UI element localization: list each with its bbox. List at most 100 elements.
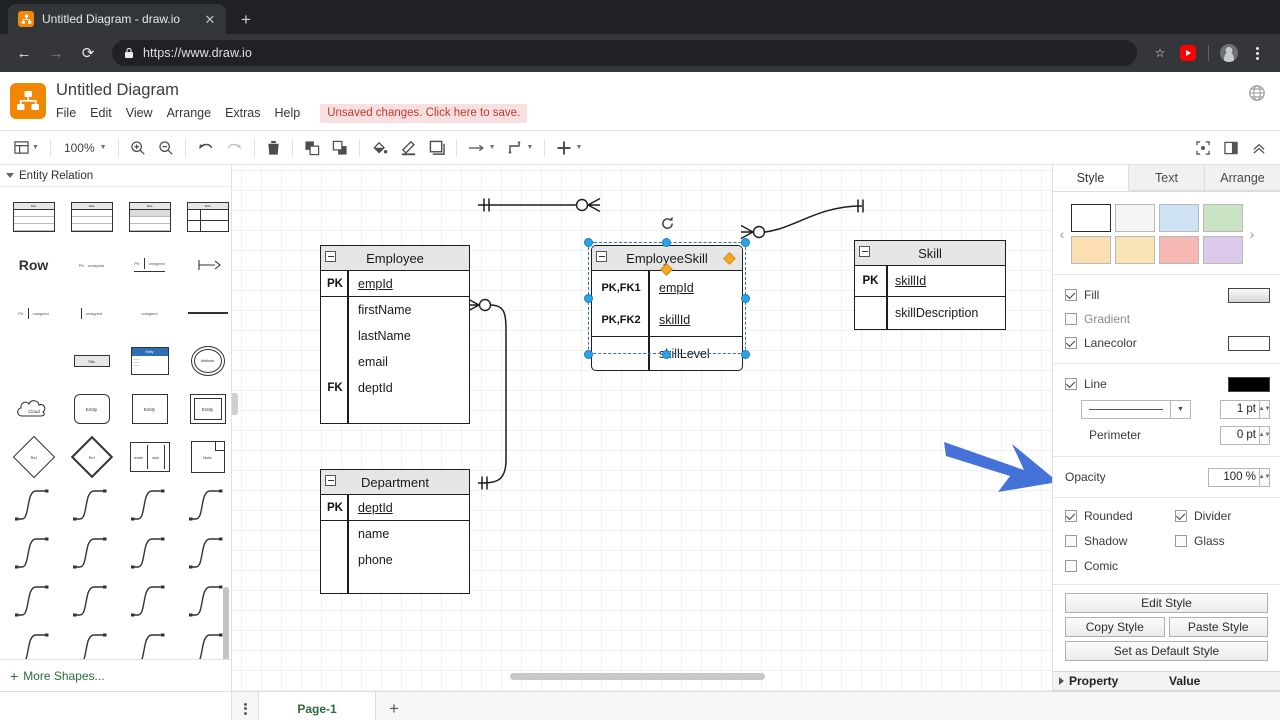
- unsaved-changes-badge[interactable]: Unsaved changes. Click here to save.: [320, 103, 528, 123]
- diagram-canvas[interactable]: Employee PK empId firstName lastName ema…: [232, 165, 1052, 691]
- collapse-icon[interactable]: [325, 251, 336, 262]
- chrome-menu-icon[interactable]: [1244, 40, 1270, 66]
- rounded-checkbox[interactable]: [1065, 510, 1077, 523]
- shape-unsigned-2[interactable]: unsigned: [125, 289, 174, 337]
- er-row[interactable]: PK skillId: [855, 266, 1005, 297]
- send-to-back-icon[interactable]: [326, 135, 354, 161]
- collapse-icon[interactable]: [596, 251, 607, 262]
- add-page-button[interactable]: +: [376, 692, 412, 720]
- zoom-out-icon[interactable]: [152, 135, 180, 161]
- shape-unsigned-1[interactable]: unsigned: [67, 289, 116, 337]
- lanecolor-swatch[interactable]: [1228, 335, 1270, 351]
- shape-connector[interactable]: [67, 577, 116, 625]
- er-row[interactable]: phone: [321, 547, 469, 573]
- redo-icon[interactable]: [220, 135, 249, 161]
- menu-view[interactable]: View: [126, 103, 161, 123]
- resize-handle-e[interactable]: [741, 294, 750, 303]
- copy-style-button[interactable]: Copy Style: [1065, 617, 1165, 638]
- zoom-in-icon[interactable]: [124, 135, 152, 161]
- er-row[interactable]: lastName: [321, 323, 469, 349]
- er-row[interactable]: PK deptId: [321, 495, 469, 521]
- fill-color-swatch[interactable]: [1228, 287, 1270, 303]
- swatch-orange[interactable]: [1071, 236, 1111, 265]
- line-width-stepper[interactable]: ▲▼: [1259, 399, 1270, 419]
- er-table-department[interactable]: Department PK deptId name phone: [320, 469, 470, 594]
- shape-connector[interactable]: [67, 481, 116, 529]
- resize-handle-sw[interactable]: [584, 350, 593, 359]
- collapse-icon[interactable]: [325, 475, 336, 486]
- shape-pk-unsigned-1[interactable]: PK unsigned: [67, 241, 116, 289]
- swatch-blue[interactable]: [1159, 204, 1199, 233]
- property-table-header[interactable]: Property Value: [1053, 671, 1280, 691]
- menu-extras[interactable]: Extras: [225, 103, 268, 123]
- opacity-stepper[interactable]: ▲▼: [1259, 467, 1270, 487]
- new-tab-button[interactable]: +: [232, 5, 260, 33]
- shape-attribute[interactable]: Attribute: [183, 337, 231, 385]
- shape-connector[interactable]: [125, 625, 174, 659]
- resize-handle-se[interactable]: [741, 350, 750, 359]
- page-tab-page-1[interactable]: Page-1: [258, 692, 376, 720]
- shape-entity-double[interactable]: Entity: [183, 385, 231, 433]
- swatch-white[interactable]: [1071, 204, 1111, 233]
- shape-relationship-diamond[interactable]: Rel: [9, 433, 58, 481]
- perimeter-stepper[interactable]: ▲▼: [1259, 425, 1270, 445]
- bookmark-star-icon[interactable]: ☆: [1147, 40, 1173, 66]
- more-shapes-button[interactable]: + More Shapes...: [0, 659, 231, 691]
- close-icon[interactable]: ✕: [202, 11, 218, 27]
- menu-arrange[interactable]: Arrange: [167, 103, 219, 123]
- swatch-lightgray[interactable]: [1115, 204, 1155, 233]
- line-style-select[interactable]: ▼: [1081, 399, 1191, 419]
- swatch-green[interactable]: [1203, 204, 1243, 233]
- line-color-swatch[interactable]: [1228, 376, 1270, 392]
- paste-style-button[interactable]: Paste Style: [1168, 617, 1268, 638]
- shape-table-2[interactable]: Table: [67, 193, 116, 241]
- menu-edit[interactable]: Edit: [90, 103, 120, 123]
- er-row[interactable]: firstName: [321, 297, 469, 323]
- page-title[interactable]: Untitled Diagram: [56, 80, 527, 100]
- gradient-checkbox[interactable]: [1065, 313, 1077, 326]
- resize-handle-n[interactable]: [662, 238, 671, 247]
- swatch-next-icon[interactable]: ›: [1243, 226, 1261, 242]
- shape-connector[interactable]: [125, 481, 174, 529]
- shape-connector[interactable]: [183, 529, 231, 577]
- er-table-employee[interactable]: Employee PK empId firstName lastName ema…: [320, 245, 470, 424]
- collapse-icon[interactable]: [1246, 135, 1272, 161]
- connection-arrow-icon[interactable]: ▼: [462, 135, 502, 161]
- shape-connector[interactable]: [125, 577, 174, 625]
- er-table-skill[interactable]: Skill PK skillId skillDescription: [854, 240, 1006, 330]
- shadow-checkbox[interactable]: [1065, 535, 1077, 548]
- shape-title-box[interactable]: Title: [67, 337, 116, 385]
- shape-connector[interactable]: [125, 529, 174, 577]
- rotate-icon[interactable]: [660, 216, 675, 234]
- perimeter-field[interactable]: 0 pt: [1220, 425, 1260, 445]
- glass-checkbox[interactable]: [1175, 535, 1187, 548]
- format-panel-icon[interactable]: [1218, 135, 1244, 161]
- shape-connector[interactable]: [9, 481, 58, 529]
- reload-icon[interactable]: ⟳: [74, 39, 102, 67]
- shape-divider-line[interactable]: [183, 289, 231, 337]
- back-icon[interactable]: ←: [10, 39, 38, 67]
- line-checkbox[interactable]: [1065, 378, 1077, 391]
- er-row[interactable]: PK,FK2 skillId: [592, 304, 742, 337]
- line-width-field[interactable]: 1 pt: [1220, 399, 1260, 419]
- style-handle-icon[interactable]: [723, 252, 736, 265]
- comic-checkbox[interactable]: [1065, 560, 1077, 573]
- resize-handle-w[interactable]: [584, 294, 593, 303]
- set-default-style-button[interactable]: Set as Default Style: [1065, 641, 1268, 662]
- er-row[interactable]: email: [321, 349, 469, 375]
- line-color-icon[interactable]: [394, 135, 423, 161]
- swatch-red[interactable]: [1159, 236, 1199, 265]
- browser-tab[interactable]: Untitled Diagram - draw.io ✕: [8, 4, 226, 34]
- delete-icon[interactable]: [260, 135, 287, 161]
- shape-entity-rounded[interactable]: Entity: [67, 385, 116, 433]
- swatch-purple[interactable]: [1203, 236, 1243, 265]
- swatch-yellow[interactable]: [1115, 236, 1155, 265]
- youtube-extension-icon[interactable]: [1175, 40, 1201, 66]
- canvas-horizontal-scrollbar[interactable]: [510, 673, 765, 680]
- er-table-header[interactable]: Skill: [855, 241, 1005, 266]
- opacity-field[interactable]: 100 %: [1208, 467, 1260, 487]
- undo-icon[interactable]: [191, 135, 220, 161]
- fill-checkbox[interactable]: [1065, 289, 1077, 302]
- shape-connector[interactable]: [67, 625, 116, 659]
- shape-note[interactable]: Note: [183, 433, 231, 481]
